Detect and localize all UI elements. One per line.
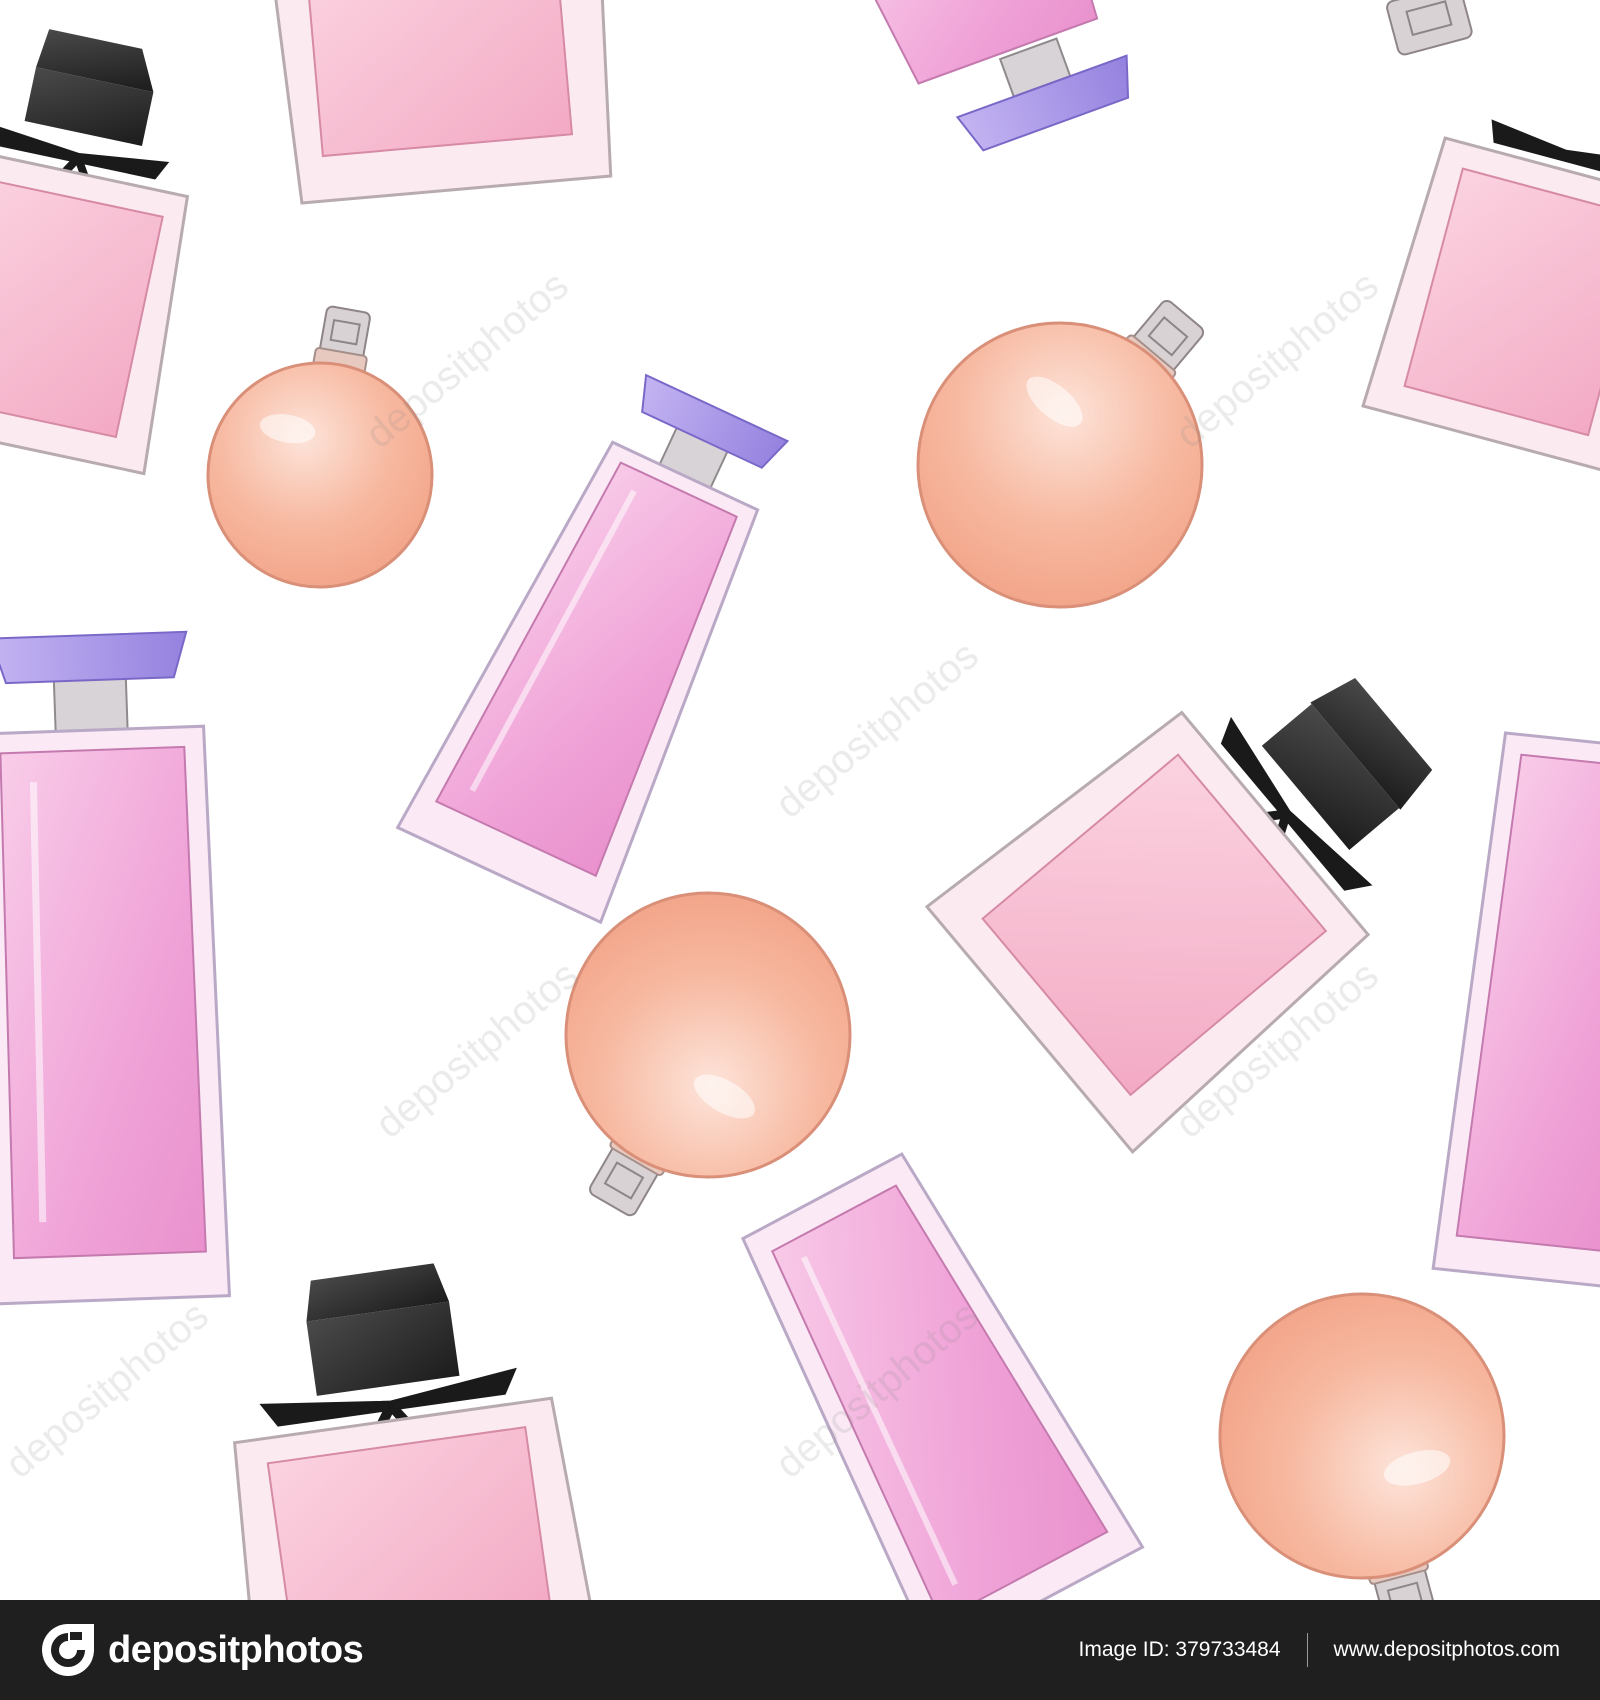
depositphotos-logo-icon [42, 1624, 94, 1676]
watermark-text: depositphotos [1168, 263, 1387, 457]
image-id-value: 379733484 [1175, 1638, 1281, 1661]
image-id: Image ID: 379733484 [1079, 1638, 1281, 1662]
square-rose-perfume-bottle [268, 0, 613, 205]
watermark-text: depositphotos [368, 953, 587, 1147]
tall-pink-perfume-bottle [1431, 731, 1600, 1291]
brand-name: depositphotos [108, 1628, 364, 1671]
round-peach-perfume-bottle [206, 305, 434, 589]
tall-pink-perfume-bottle [395, 373, 790, 925]
image-meta: Image ID: 379733484 www.depositphotos.co… [1079, 1633, 1560, 1667]
watermark-text: depositphotos [0, 1293, 217, 1487]
website-link[interactable]: www.depositphotos.com [1334, 1638, 1560, 1662]
square-rose-perfume-bottle-with-bow [0, 29, 190, 476]
meta-divider [1306, 1633, 1308, 1667]
square-rose-perfume-bottle-with-bow [232, 1263, 593, 1600]
square-rose-perfume-bottle-with-bow [1361, 119, 1600, 476]
violet-cap-perfume-bottle [843, 0, 1130, 152]
square-rose-perfume-bottle-with-bow [924, 677, 1433, 1155]
image-id-label: Image ID: [1078, 1638, 1170, 1661]
perfume-pattern-artwork: depositphotos depositphotos depositphoto… [0, 0, 1600, 1600]
brand-block: depositphotos [40, 1622, 364, 1678]
round-peach-perfume-bottle [916, 300, 1205, 609]
round-peach-perfume-bottle [1218, 1292, 1506, 1600]
watermark-text: depositphotos [358, 263, 577, 457]
perfume-spray-cap [1386, 0, 1473, 56]
stock-footer-bar: depositphotos Image ID: 379733484 www.de… [0, 1600, 1600, 1700]
watermark-text: depositphotos [768, 633, 987, 827]
tall-pink-perfume-bottle [0, 630, 232, 1306]
